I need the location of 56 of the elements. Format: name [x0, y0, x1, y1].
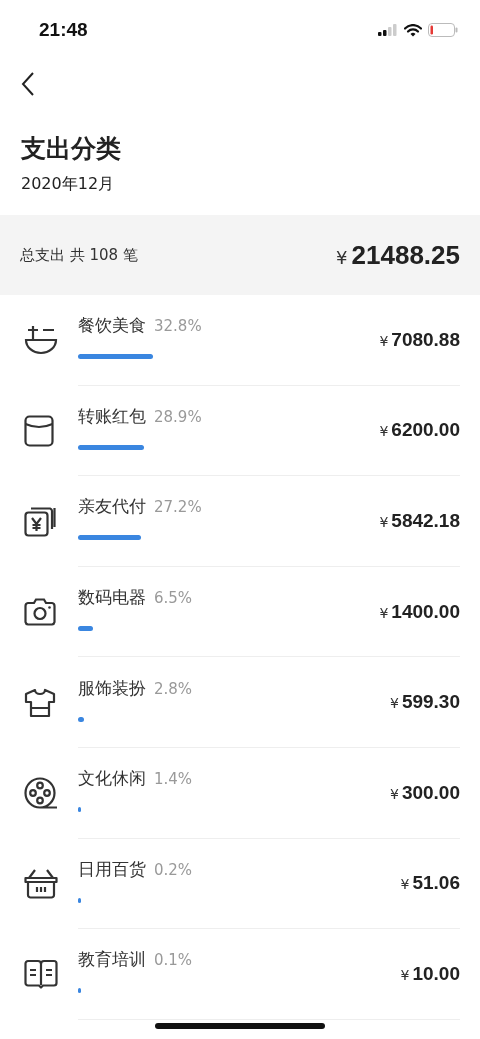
book-icon	[24, 959, 58, 990]
status-time: 21:48	[39, 19, 88, 41]
category-name: 餐饮美食	[78, 314, 146, 338]
yen-cards-icon	[24, 505, 56, 538]
share-bar	[78, 626, 93, 632]
category-percent: 28.9%	[154, 407, 202, 426]
category-percent: 0.2%	[154, 860, 193, 879]
category-amount: 300.00	[401, 781, 460, 804]
category-amount: 7080.88	[391, 328, 460, 351]
category-amount: 51.06	[412, 872, 460, 895]
share-bar	[78, 535, 141, 541]
category-name: 服饰装扮	[78, 676, 146, 700]
category-percent: 27.2%	[154, 498, 202, 517]
category-name: 转账红包	[78, 404, 146, 428]
currency-sign: ¥	[379, 332, 389, 349]
summary-label: 总支出 共 108 笔	[20, 245, 138, 265]
envelope-icon	[24, 414, 54, 447]
category-percent: 0.1%	[154, 951, 193, 970]
currency-sign: ¥	[336, 246, 348, 268]
film-reel-icon	[24, 777, 58, 810]
currency-sign: ¥	[389, 785, 399, 802]
share-bar	[78, 988, 81, 994]
category-amount: 1400.00	[391, 600, 460, 623]
camera-icon	[24, 598, 56, 627]
tshirt-icon	[24, 687, 56, 718]
category-name: 文化休闲	[78, 767, 146, 791]
category-name: 亲友代付	[78, 495, 146, 519]
category-percent: 1.4%	[154, 770, 193, 789]
currency-sign: ¥	[400, 876, 410, 893]
share-bar	[78, 897, 81, 903]
page-title: 支出分类	[21, 133, 122, 165]
battery-icon	[428, 23, 458, 37]
category-percent: 2.8%	[154, 679, 193, 698]
wifi-icon	[404, 23, 422, 37]
currency-sign: ¥	[389, 695, 399, 712]
total-amount: 21488.25	[351, 239, 460, 271]
category-name: 数码电器	[78, 586, 146, 610]
category-percent: 32.8%	[154, 317, 202, 336]
category-amount: 5842.18	[391, 510, 460, 532]
category-amount: 10.00	[412, 962, 460, 985]
currency-sign: ¥	[379, 604, 389, 621]
category-amount: 6200.00	[391, 419, 460, 442]
basket-icon	[24, 868, 58, 899]
category-amount: 599.30	[401, 691, 460, 714]
bowl-icon	[24, 325, 58, 356]
share-bar	[78, 716, 85, 722]
category-name: 教育培训	[78, 948, 146, 972]
share-bar	[78, 444, 145, 450]
month-label: 2020年12月	[21, 173, 116, 195]
category-name: 日用百货	[78, 857, 146, 881]
currency-sign: ¥	[379, 514, 389, 530]
currency-sign: ¥	[400, 966, 410, 983]
share-bar	[78, 807, 82, 813]
signal-icon	[378, 24, 398, 36]
currency-sign: ¥	[379, 423, 389, 440]
category-percent: 6.5%	[154, 589, 193, 608]
